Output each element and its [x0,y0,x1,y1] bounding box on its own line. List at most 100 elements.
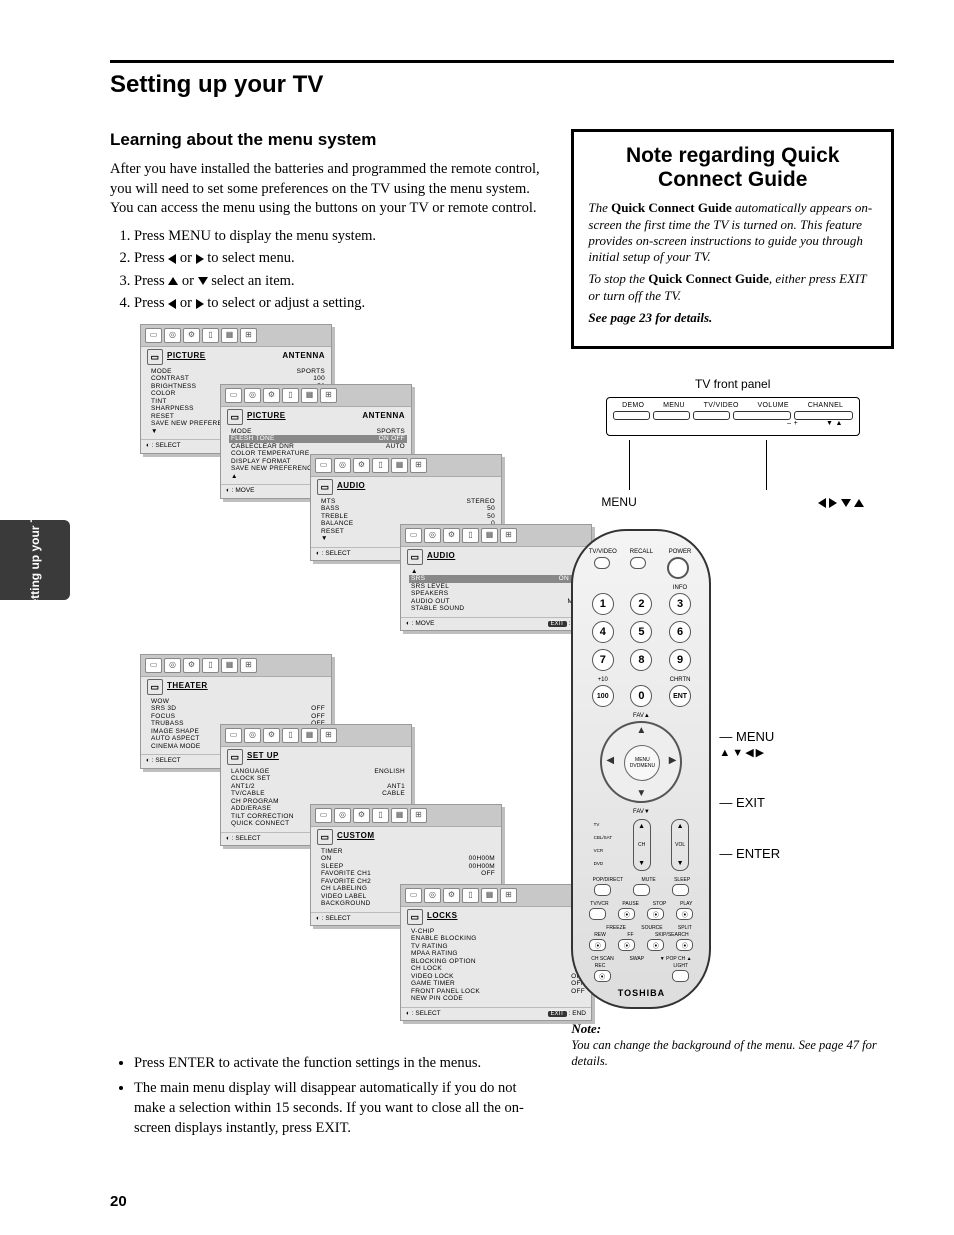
mute-button[interactable] [633,884,650,896]
note-para-2: To stop the Quick Connect Guide, either … [588,271,877,304]
volume-rocker[interactable] [733,411,791,420]
menu-tab-icon: ▯ [372,458,389,473]
num-8[interactable]: 8 [630,649,652,671]
menu-title: THEATER [167,681,208,692]
step-2: Press or to select menu. [134,249,546,269]
front-panel-diagram: TV front panel DEMO MENU TV/VIDEO VOLUME… [571,377,894,509]
menu-button[interactable] [653,411,690,420]
menu-title: CUSTOM [337,831,375,842]
menu-title: PICTURE [167,351,206,362]
menu-category-icon: ▭ [317,479,333,495]
menu-tab-icon: ⊞ [410,458,427,473]
menu-tab-icon: ◎ [164,658,181,673]
menu-tab-icon: ▭ [145,658,162,673]
nav-ring[interactable]: ▲▼▶◀ MENUDVDMENU [600,721,682,803]
ch-rocker[interactable]: ▲CH▼ [633,819,651,871]
menu-tab-icon: ⚙ [353,808,370,823]
menu-row: CONTRAST100 [151,375,325,382]
num-2[interactable]: 2 [630,593,652,615]
menu-tab-icon: ⊞ [500,528,517,543]
menu-tab-icon: ◎ [334,808,351,823]
menu-row: MTSSTEREO [321,498,495,505]
menu-row: NEW PIN CODE [411,995,585,1002]
menu-row: VIDEO LOCKOFF [411,973,585,980]
menu-category-icon: ▭ [147,349,163,365]
menu-tab-icon: ▦ [301,388,318,403]
sleep-button[interactable] [672,884,689,896]
light-button[interactable] [672,970,689,982]
num-0[interactable]: 0 [630,685,652,707]
menu-row: V-CHIP [411,928,585,935]
tvvideo-button[interactable] [693,411,730,420]
exit-pill: EXIT [548,1011,567,1017]
ff-button[interactable]: ⦿ [618,939,635,951]
page-title: Setting up your TV [110,60,894,99]
menu-tab-icon: ▯ [282,388,299,403]
num-5[interactable]: 5 [630,621,652,643]
menu-row: TREBLE50 [321,513,495,520]
note-para-1: The Quick Connect Guide automatically ap… [588,200,877,265]
stop-button[interactable]: ⦿ [647,908,664,920]
section-heading: Learning about the menu system [110,129,546,152]
note-timeout: The main menu display will disappear aut… [134,1079,546,1138]
menu-category-icon: ▭ [227,749,243,765]
popdirect-button[interactable] [594,884,611,896]
menu-row: FOCUSOFF [151,713,325,720]
menu-title: SET UP [247,751,279,762]
menu-tab-icon: ⚙ [183,658,200,673]
skip-fwd-button[interactable]: ⦿ [676,939,693,951]
menu-cascade-diagram: ▭◎⚙▯▦⊞▭PICTUREANTENNAMODESPORTSCONTRAST1… [140,324,546,1044]
menu-tab-icon: ▭ [145,328,162,343]
num-1[interactable]: 1 [592,593,614,615]
menu-tab-icon: ◎ [424,888,441,903]
menu-tab-icon: ⚙ [183,328,200,343]
channel-rocker[interactable] [794,411,852,420]
menu-title: AUDIO [337,481,365,492]
remote-diagram: TV/VIDEORECALLPOWER INFO 123 456 789 +10… [571,529,894,1009]
note-heading: Note regarding Quick Connect Guide [588,144,877,192]
rec-button[interactable]: ⦿ [594,970,611,982]
menu-tab-icon: ◎ [244,728,261,743]
num-4[interactable]: 4 [592,621,614,643]
num-100[interactable]: 100 [592,685,614,707]
num-6[interactable]: 6 [669,621,691,643]
ent-button[interactable]: ENT [669,685,691,707]
menu-row: TV/CABLECABLE [231,790,405,797]
osd-menu-locks: ▭◎⚙▯▦⊞▭LOCKSV-CHIPENABLE BLOCKINGOFFTV R… [400,884,592,1021]
menu-tab-icon: ▯ [462,888,479,903]
vol-rocker[interactable]: ▲VOL▼ [671,819,689,871]
num-9[interactable]: 9 [669,649,691,671]
menu-tab-icon: ▯ [202,328,219,343]
menu-tab-icon: ◎ [164,328,181,343]
tvvideo-button[interactable] [594,557,610,569]
arrows-label [818,495,864,509]
step-1: Press MENU to display the menu system. [134,227,546,247]
rew-button[interactable]: ⦿ [589,939,606,951]
skip-back-button[interactable]: ⦿ [647,939,664,951]
menu-tab-icon: ◎ [334,458,351,473]
pause-button[interactable]: ⦿ [618,908,635,920]
menu-category-icon: ▭ [147,679,163,695]
callout-exit: — EXIT [719,795,780,810]
callout-menu: — MENU ▲▼◀▶ [719,729,780,759]
menu-row: ON00h00m [321,855,495,862]
menu-row: BLOCKING OPTION▶ [411,958,585,965]
power-button[interactable] [667,557,689,579]
menu-row: AUDIO OUTMAIN [411,598,585,605]
menu-row: CABLECLEAR DNRAUTO [231,443,405,450]
menu-row: GAME TIMEROFF [411,980,585,987]
play-button[interactable]: ⦿ [676,908,693,920]
num-3[interactable]: 3 [669,593,691,615]
callout-arrows-icon: ▲▼◀▶ [719,747,766,759]
menu-category-icon: ▭ [317,829,333,845]
recall-button[interactable] [630,557,646,569]
page-number: 20 [110,1193,127,1210]
menu-row: FLESH TONEON OFF [229,435,407,442]
demo-button[interactable] [613,411,650,420]
menu-tab-icon: ▭ [405,888,422,903]
num-7[interactable]: 7 [592,649,614,671]
menu-tab-icon: ◎ [424,528,441,543]
tvvcr-button[interactable] [589,908,606,920]
menu-row: SRS LEVEL70 [411,583,585,590]
menu-tab-icon: ⚙ [263,728,280,743]
